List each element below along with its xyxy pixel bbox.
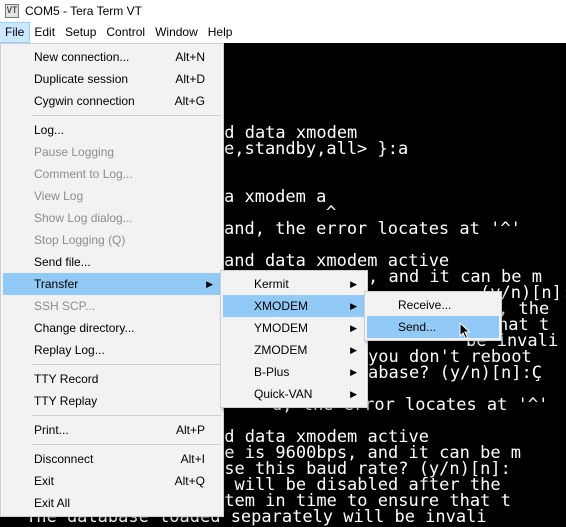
menu-file[interactable]: File (0, 22, 31, 43)
menu-item-exit[interactable]: Exit Alt+Q (3, 470, 221, 492)
menu-item-transfer[interactable]: Transfer ▶ (3, 273, 221, 295)
xmodem-submenu: Receive... Send... (364, 291, 502, 341)
menu-item-stop-logging: Stop Logging (Q) (34, 233, 126, 247)
submenu-arrow-icon: ▶ (350, 279, 357, 289)
menu-item-view-log: View Log (34, 189, 84, 203)
terminal-line: abase? (y/n)[n]:Ç (368, 363, 542, 383)
menu-item-receive[interactable]: Receive... (367, 294, 499, 316)
menu-separator (32, 364, 221, 365)
submenu-arrow-icon: ▶ (350, 367, 357, 377)
menu-separator (32, 444, 221, 445)
terminal-line: a xmodem a (224, 187, 327, 207)
submenu-arrow-icon: ▶ (350, 389, 357, 399)
menu-item-exit-all[interactable]: Exit All (3, 492, 221, 514)
window-title: COM5 - Tera Term VT (25, 4, 142, 18)
mouse-cursor-icon (459, 322, 471, 340)
menu-item-replay-log[interactable]: Replay Log... (3, 339, 221, 361)
menu-item-pause-logging: Pause Logging (34, 145, 115, 159)
menu-item-duplicate-session[interactable]: Duplicate session Alt+D (3, 68, 221, 90)
file-menu: New connection... Alt+N Duplicate session… (0, 43, 224, 517)
menu-item-ssh-scp: SSH SCP... (34, 299, 96, 313)
title-bar: VT COM5 - Tera Term VT (0, 0, 566, 22)
menu-item-xmodem[interactable]: XMODEM ▶ (223, 295, 365, 317)
menu-item-change-directory[interactable]: Change directory... (3, 317, 221, 339)
menu-item-log[interactable]: Log... (3, 119, 221, 141)
menu-separator (32, 415, 221, 416)
menu-edit[interactable]: Edit (29, 23, 60, 42)
menu-item-send-file[interactable]: Send file... (3, 251, 221, 273)
transfer-submenu: Kermit ▶ XMODEM ▶ YMODEM ▶ ZMODEM ▶ B-Pl… (220, 270, 368, 408)
menu-control[interactable]: Control (101, 23, 150, 42)
menu-item-send[interactable]: Send... (367, 316, 499, 338)
menu-item-disconnect[interactable]: Disconnect Alt+I (3, 448, 221, 470)
tera-term-app-icon[interactable]: VT (5, 4, 19, 18)
menu-item-comment-to-log: Comment to Log... (34, 167, 133, 181)
submenu-arrow-icon: ▶ (350, 301, 357, 311)
terminal-line: and, the error locates at '^' (224, 219, 521, 239)
menu-bar: File Edit Setup Control Window Help (0, 22, 566, 43)
menu-item-b-plus[interactable]: B-Plus ▶ (223, 361, 365, 383)
submenu-arrow-icon: ▶ (350, 345, 357, 355)
menu-item-tty-replay[interactable]: TTY Replay (3, 390, 221, 412)
submenu-arrow-icon: ▶ (206, 279, 213, 289)
menu-item-ymodem[interactable]: YMODEM ▶ (223, 317, 365, 339)
submenu-arrow-icon: ▶ (350, 323, 357, 333)
menu-item-tty-record[interactable]: TTY Record (3, 368, 221, 390)
menu-item-show-log-dialog: Show Log dialog... (34, 211, 133, 225)
menu-help[interactable]: Help (203, 23, 238, 42)
menu-separator (32, 115, 221, 116)
menu-item-kermit[interactable]: Kermit ▶ (223, 273, 365, 295)
menu-item-new-connection[interactable]: New connection... Alt+N (3, 46, 221, 68)
menu-setup[interactable]: Setup (60, 23, 101, 42)
menu-window[interactable]: Window (150, 23, 203, 42)
menu-item-quick-van[interactable]: Quick-VAN ▶ (223, 383, 365, 405)
menu-item-zmodem[interactable]: ZMODEM ▶ (223, 339, 365, 361)
terminal-line: e,standby,all> }:a (224, 139, 409, 159)
menu-item-cygwin-connection[interactable]: Cygwin connection Alt+G (3, 90, 221, 112)
menu-item-print[interactable]: Print... Alt+P (3, 419, 221, 441)
